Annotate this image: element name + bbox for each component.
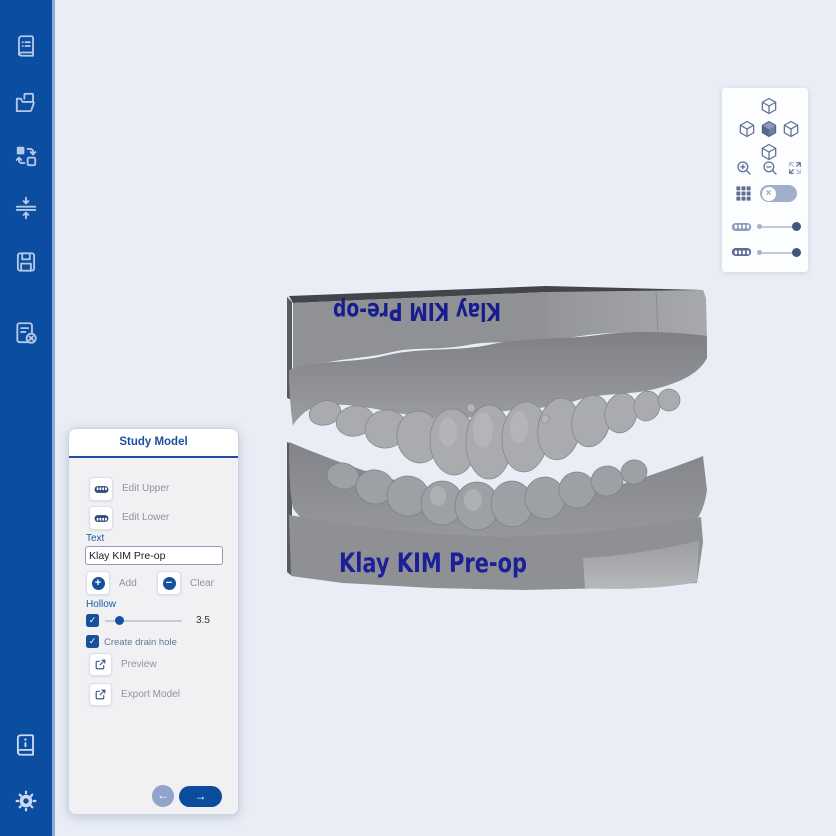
clear-label: Clear <box>190 578 214 589</box>
open-folder-icon <box>13 90 39 116</box>
lower-arch-icon <box>731 246 752 258</box>
lower-slider-min-dot <box>757 250 762 255</box>
cube-left-icon <box>737 119 757 139</box>
view-top-button[interactable] <box>759 96 779 116</box>
back-button[interactable]: ← <box>152 785 174 807</box>
engraving-text-input[interactable] <box>85 546 223 565</box>
cube-right-icon <box>781 119 801 139</box>
zoom-in-icon <box>735 159 753 177</box>
add-label: Add <box>119 578 137 589</box>
lower-teeth-icon <box>94 514 109 523</box>
grid-icon <box>734 184 753 203</box>
back-arrow-icon: ← <box>157 788 169 802</box>
minus-icon: − <box>163 577 176 590</box>
plus-icon: + <box>92 577 105 590</box>
cube-top-icon <box>759 96 779 116</box>
text-label: Text <box>86 533 104 544</box>
view-front-button[interactable] <box>759 119 779 139</box>
model-viewport[interactable]: Klay KIM Pre-op Klay KIM Pre-op <box>283 280 713 600</box>
edit-upper-button[interactable] <box>89 477 113 501</box>
sidebar-item-settings[interactable] <box>13 788 39 814</box>
sidebar-item-articulate[interactable] <box>13 195 39 221</box>
fit-screen-icon <box>787 160 803 176</box>
preview-label: Preview <box>121 659 157 670</box>
upper-slider-min-dot <box>757 224 762 229</box>
zoom-in-button[interactable] <box>735 159 753 177</box>
save-icon <box>13 249 39 275</box>
lower-slider-thumb[interactable] <box>792 248 801 257</box>
cube-front-icon <box>759 119 779 139</box>
study-model-3d: Klay KIM Pre-op Klay KIM Pre-op <box>283 280 713 600</box>
edit-lower-button[interactable] <box>89 506 113 530</box>
dental-cad-app: { "app": { "background": "#e9edf5", "sid… <box>0 0 836 836</box>
export-model-label: Export Model <box>121 689 180 700</box>
info-book-icon <box>13 732 39 758</box>
edit-upper-label: Edit Upper <box>122 483 169 494</box>
upper-engraving-text: Klay KIM Pre-op <box>333 297 501 326</box>
drain-hole-checkbox[interactable]: ✓ <box>86 635 99 648</box>
upper-slider-thumb[interactable] <box>792 222 801 231</box>
export-arrow-icon <box>94 658 107 671</box>
view-left-button[interactable] <box>737 119 757 139</box>
drain-hole-label: Create drain hole <box>104 637 177 648</box>
occlusion-toggle[interactable]: × <box>760 185 797 202</box>
clear-text-button[interactable]: − <box>157 571 181 595</box>
zoom-out-icon <box>761 159 779 177</box>
grid-button[interactable] <box>734 184 753 203</box>
preview-button[interactable] <box>89 653 112 676</box>
fit-screen-button[interactable] <box>787 160 803 176</box>
case-list-icon <box>13 33 39 59</box>
view-right-button[interactable] <box>781 119 801 139</box>
panel-title: Study Model <box>69 429 238 458</box>
upper-arch-icon <box>731 221 752 233</box>
edit-lower-label: Edit Lower <box>122 512 169 523</box>
study-model-panel: Study Model Edit Upper Edit Lower Text +… <box>68 428 239 815</box>
add-text-button[interactable]: + <box>86 571 110 595</box>
sidebar <box>0 0 55 836</box>
sidebar-item-save[interactable] <box>13 249 39 275</box>
next-arrow-icon: → <box>195 789 207 803</box>
hollow-checkbox[interactable]: ✓ <box>86 614 99 627</box>
hollow-slider-thumb[interactable] <box>115 616 124 625</box>
upper-engraving: Klay KIM Pre-op <box>333 297 501 326</box>
export-model-button[interactable] <box>89 683 112 706</box>
sidebar-item-convert[interactable] <box>13 143 39 169</box>
hollow-value: 3.5 <box>196 615 210 626</box>
settings-gear-icon <box>13 788 39 814</box>
export-arrow-icon <box>94 688 107 701</box>
zoom-out-button[interactable] <box>761 159 779 177</box>
sidebar-item-case-list[interactable] <box>13 33 39 59</box>
next-button[interactable]: → <box>179 786 222 807</box>
discard-form-icon <box>13 320 39 346</box>
articulate-compress-icon <box>13 195 39 221</box>
check-icon: ✓ <box>89 636 97 646</box>
hollow-label: Hollow <box>86 599 116 610</box>
check-icon: ✓ <box>89 615 97 625</box>
sidebar-item-discard-case[interactable] <box>13 320 39 346</box>
viewport-toolbar: × <box>722 88 808 272</box>
upper-teeth-icon <box>94 485 109 494</box>
sidebar-item-open-case[interactable] <box>13 90 39 116</box>
toggle-cross-icon: × <box>762 187 776 201</box>
upper-arch-button[interactable] <box>731 221 752 233</box>
sidebar-item-info[interactable] <box>13 732 39 758</box>
lower-arch-button[interactable] <box>731 246 752 258</box>
convert-icon <box>13 143 39 169</box>
lower-engraving-text: Klay KIM Pre-op <box>339 548 527 579</box>
